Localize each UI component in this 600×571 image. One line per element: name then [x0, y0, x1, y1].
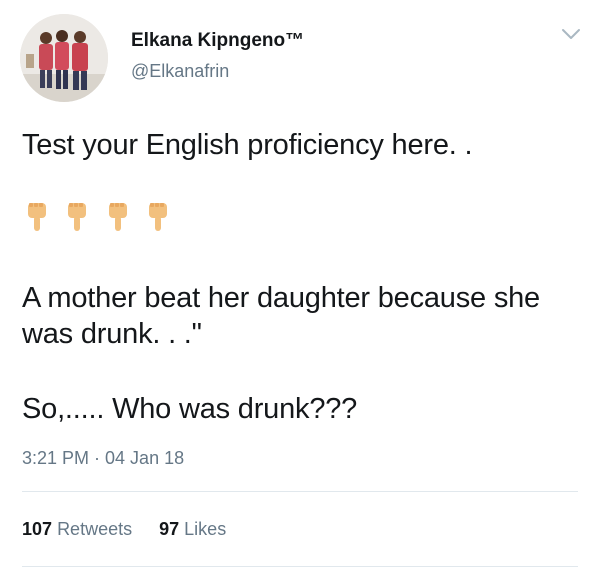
finger-pointing-down-icon — [68, 203, 87, 231]
finger-pointing-down-icon — [28, 203, 46, 231]
tweet-text-line: Test your English proficiency here. . — [22, 129, 473, 161]
likes-stat[interactable]: 97 Likes — [159, 519, 226, 540]
tweet-text-line: was drunk. . ." — [22, 318, 202, 350]
tweet-card: Elkana Kipngeno™ @Elkanafrin Test your E… — [0, 0, 600, 571]
retweets-count: 107 — [22, 519, 53, 539]
tweet-timestamp[interactable]: 3:21 PM · 04 Jan 18 — [22, 448, 184, 469]
tweet-text-line: So,..... Who was drunk??? — [22, 393, 358, 425]
tweet-text-line: A mother beat her daughter because she — [22, 282, 540, 314]
avatar[interactable] — [20, 14, 108, 102]
retweets-label: Retweets — [57, 519, 133, 539]
finger-pointing-down-icon — [108, 203, 127, 231]
avatar-photo — [20, 14, 108, 102]
divider — [22, 566, 578, 567]
likes-count: 97 — [159, 519, 180, 539]
tweet-stats: 107 Retweets 97 Likes — [22, 519, 248, 540]
likes-label: Likes — [184, 519, 227, 539]
chevron-down-icon[interactable] — [560, 26, 582, 42]
divider — [22, 491, 578, 492]
finger-pointing-down-icon — [149, 203, 168, 231]
user-handle[interactable]: @Elkanafrin — [131, 61, 229, 82]
display-name[interactable]: Elkana Kipngeno™ — [131, 30, 304, 52]
retweets-stat[interactable]: 107 Retweets — [22, 519, 132, 540]
emoji-row — [22, 200, 179, 234]
